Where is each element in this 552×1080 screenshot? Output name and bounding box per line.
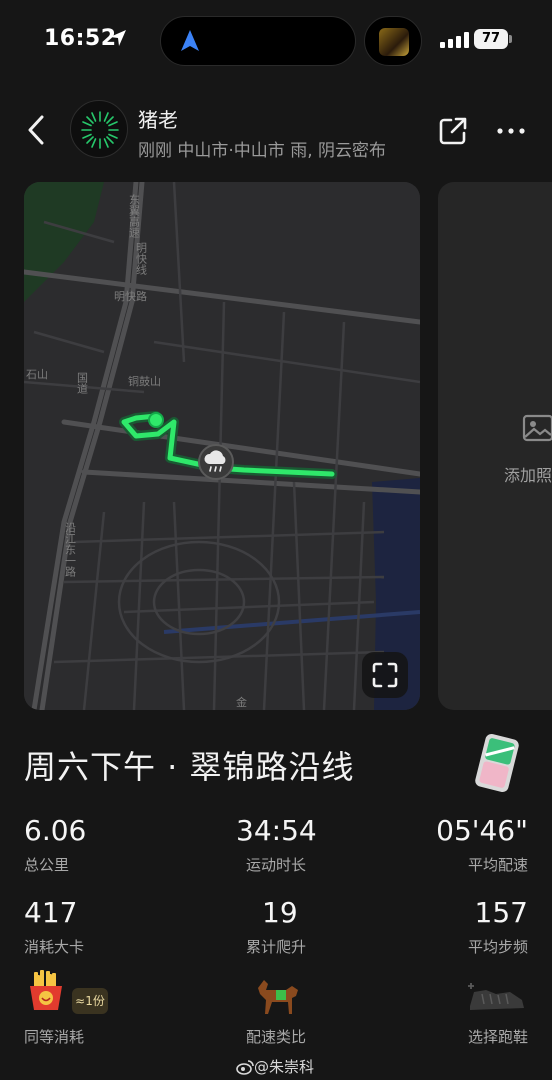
activity-meta: 刚刚 中山市·中山市 雨, 阴云密布 — [138, 141, 387, 161]
stat-calories-label: 消耗大卡 — [24, 938, 85, 956]
now-playing-pill[interactable] — [364, 16, 422, 66]
back-icon[interactable] — [22, 114, 50, 146]
battery-level: 77 — [474, 29, 508, 49]
stat-elevation-value: 19 — [262, 896, 298, 929]
rain-cloud-icon — [204, 450, 226, 472]
running-shoe-icon[interactable] — [466, 980, 528, 1014]
stat-pace-value: 05'46" — [436, 814, 528, 847]
stat-calories-value: 417 — [24, 896, 78, 929]
activity-title: 周六下午 · 翠锦路沿线 — [24, 748, 355, 786]
stat-cadence-value: 157 — [474, 896, 528, 929]
map-label-road-6: 金 — [236, 695, 247, 709]
navigation-icon — [181, 30, 199, 51]
achievement-badge-icon[interactable] — [466, 732, 528, 794]
activity-detail-screen: 16:52 77 猪老 刚刚 中山市·中山市 雨, 阴云密布 东翼高速 明快线 … — [0, 0, 552, 1080]
fullscreen-button[interactable] — [362, 652, 408, 698]
weather-marker[interactable] — [198, 444, 234, 480]
map-label-road-4: 国道 — [76, 372, 89, 394]
map-label-area: 石山 — [26, 368, 48, 381]
battery-tip — [509, 35, 512, 43]
avatar[interactable] — [70, 100, 128, 158]
stat-distance-value: 6.06 — [24, 814, 87, 847]
activity-header: 猪老 刚刚 中山市·中山市 雨, 阴云密布 — [0, 96, 552, 166]
route-map[interactable]: 东翼高速 明快线 明快路 铜鼓山 石山 国道 沿江东一路 金 — [24, 182, 420, 710]
add-photo-card[interactable]: 添加照 — [438, 182, 552, 710]
stat-cadence-label: 平均步频 — [467, 938, 528, 956]
fullscreen-icon — [372, 662, 398, 688]
status-bar: 16:52 77 — [0, 0, 552, 84]
pace-comparison-label[interactable]: 配速类比 — [246, 1026, 306, 1047]
map-label-road-2: 明快线 — [135, 242, 148, 275]
weibo-icon — [236, 1060, 254, 1075]
location-arrow-icon — [110, 30, 126, 46]
watermark-text: @朱崇科 — [254, 1058, 315, 1076]
route-start-point — [148, 412, 164, 428]
french-fries-icon[interactable] — [26, 970, 66, 1012]
map-label-road-1: 东翼高速 — [128, 194, 141, 238]
choose-shoe-label[interactable]: 选择跑鞋 — [468, 1026, 528, 1047]
map-label-road-3: 明快路 — [114, 290, 147, 303]
dynamic-island[interactable] — [160, 16, 356, 66]
album-art-icon — [379, 28, 409, 56]
more-options-icon[interactable] — [496, 126, 526, 136]
stat-pace-label: 平均配速 — [467, 856, 528, 874]
image-icon — [522, 414, 552, 442]
map-label-road-5: 沿江东一路 — [64, 522, 77, 578]
cellular-signal-icon — [440, 32, 470, 48]
equivalent-consumption-label[interactable]: 同等消耗 — [24, 1026, 84, 1047]
stat-distance-label: 总公里 — [24, 856, 70, 874]
map-label-hill: 铜鼓山 — [128, 374, 161, 388]
stat-duration-label: 运动时长 — [246, 856, 307, 874]
status-time: 16:52 — [44, 26, 117, 51]
avatar-burst-icon — [81, 111, 119, 149]
user-name: 猪老 — [138, 108, 178, 132]
horse-icon[interactable] — [252, 976, 302, 1016]
stat-elevation-label: 累计爬升 — [246, 938, 307, 956]
stat-duration-value: 34:54 — [236, 814, 317, 847]
add-photo-label: 添加照 — [504, 466, 552, 485]
food-portion-chip: ≈1份 — [72, 988, 108, 1014]
share-icon[interactable] — [438, 116, 468, 146]
